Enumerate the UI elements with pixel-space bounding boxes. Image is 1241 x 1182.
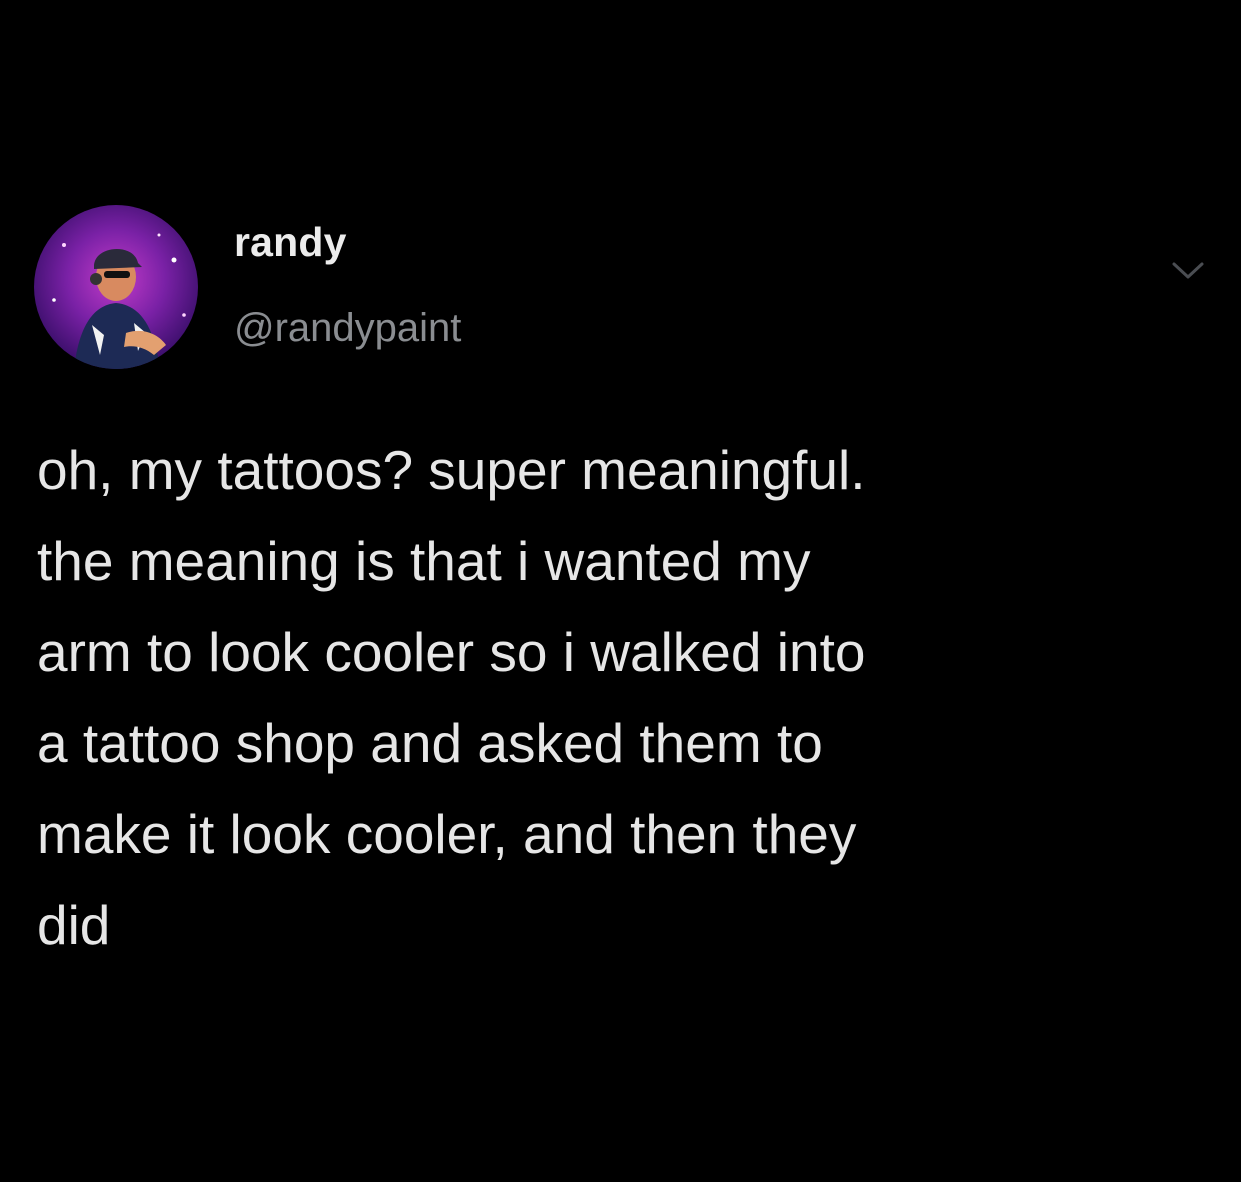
tweet-card: randy @randypaint oh, my tattoos? super … — [0, 0, 1241, 1182]
avatar-image — [52, 233, 186, 369]
chevron-down-icon[interactable] — [1170, 258, 1206, 282]
avatar[interactable] — [34, 205, 198, 369]
user-handle[interactable]: @randypaint — [234, 308, 461, 348]
tweet-text: oh, my tattoos? super meaningful. the me… — [37, 439, 866, 956]
display-name[interactable]: randy — [234, 222, 347, 263]
